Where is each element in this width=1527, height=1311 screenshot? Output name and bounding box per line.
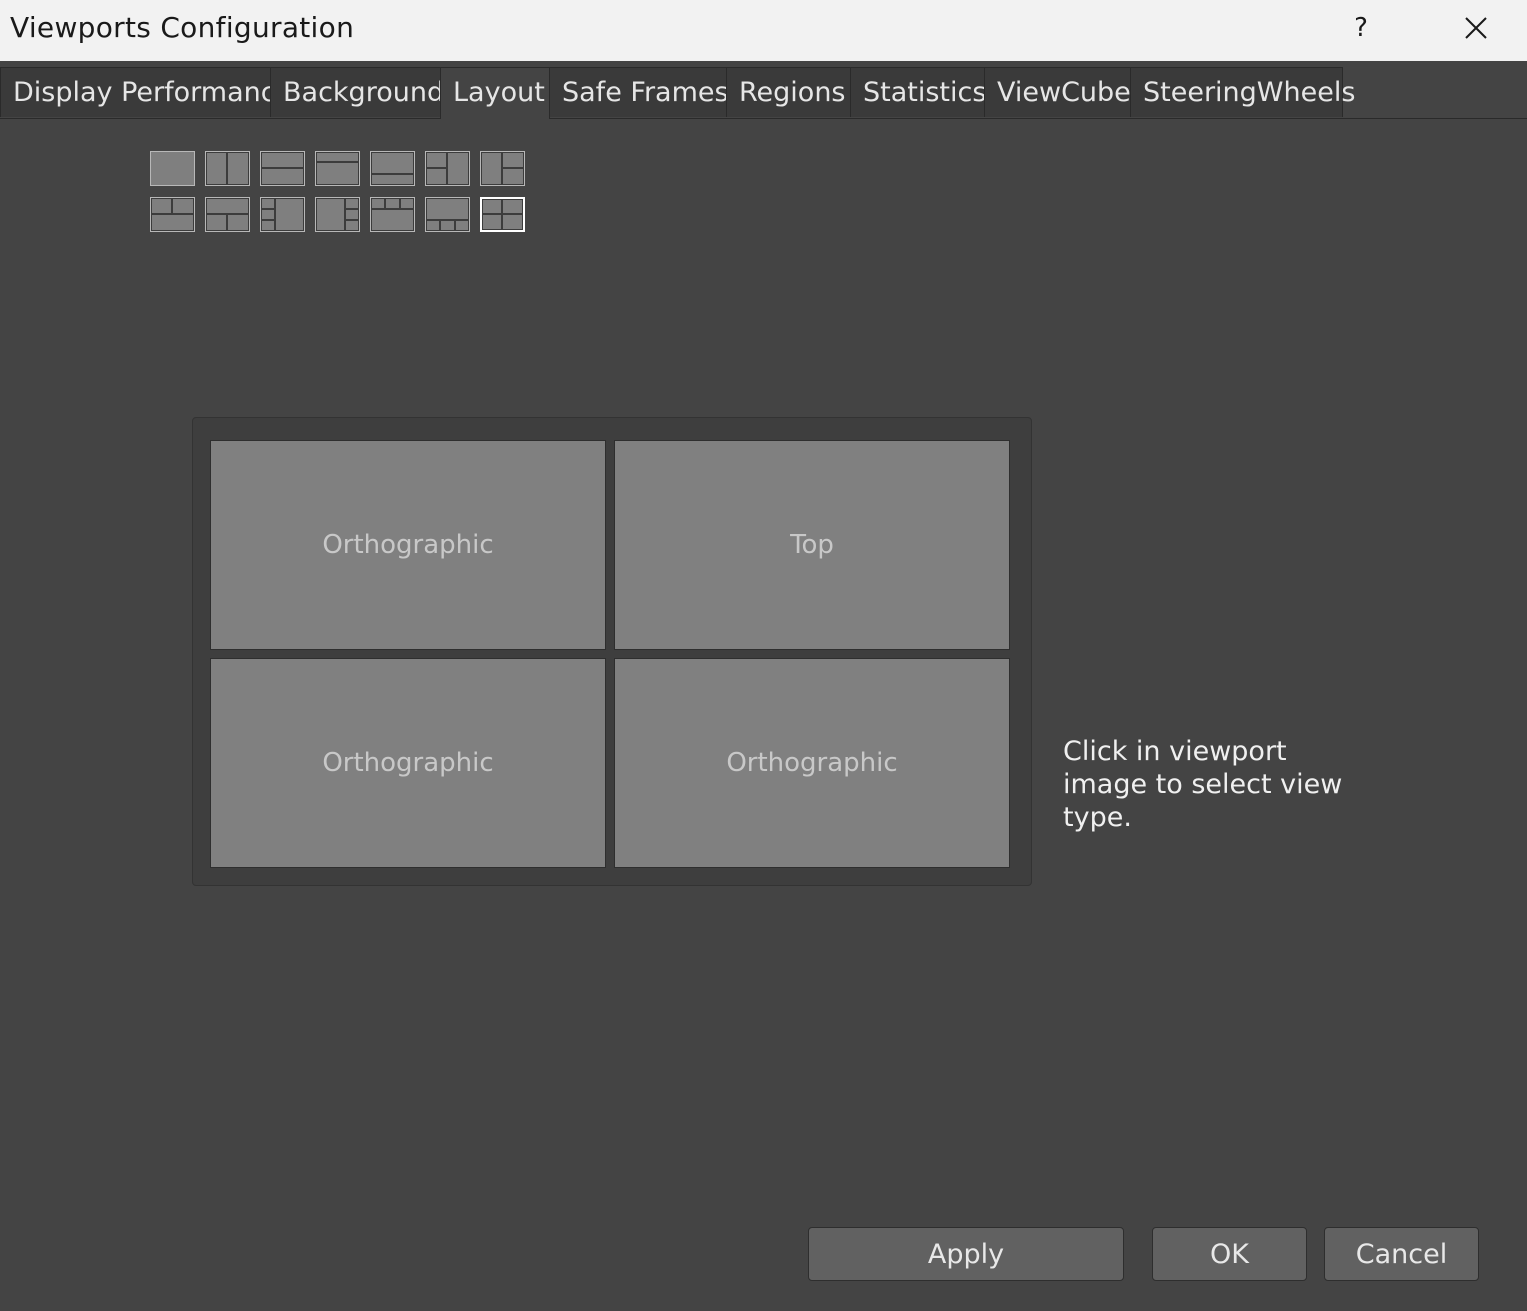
- tab-statistics[interactable]: Statistics: [850, 67, 986, 117]
- layout-option-2[interactable]: [205, 151, 250, 186]
- tab-regions[interactable]: Regions: [726, 67, 851, 117]
- layout-option-12[interactable]: [370, 197, 415, 232]
- layout-option-8[interactable]: [150, 197, 195, 232]
- layout-option-11[interactable]: [315, 197, 360, 232]
- viewport-top-left[interactable]: Orthographic: [210, 440, 606, 650]
- layout-option-10[interactable]: [260, 197, 305, 232]
- close-button[interactable]: [1441, 0, 1511, 56]
- tab-safe-frames[interactable]: Safe Frames: [549, 67, 729, 117]
- layout-selector: [150, 151, 530, 233]
- tab-bar: Display Performance Background Layout Sa…: [0, 61, 1527, 119]
- layout-option-1[interactable]: [150, 151, 195, 186]
- hint-text: Click in viewport image to select view t…: [1063, 736, 1343, 833]
- help-button[interactable]: ?: [1326, 0, 1396, 56]
- ok-button[interactable]: OK: [1152, 1227, 1307, 1281]
- tab-viewcube[interactable]: ViewCube: [984, 67, 1131, 117]
- tab-steeringwheels[interactable]: SteeringWheels: [1130, 67, 1355, 117]
- close-icon: [1465, 17, 1487, 39]
- layout-option-9[interactable]: [205, 197, 250, 232]
- apply-button[interactable]: Apply: [808, 1227, 1124, 1281]
- title-bar: Viewports Configuration ?: [0, 0, 1527, 61]
- layout-option-7[interactable]: [480, 151, 525, 186]
- layout-option-3[interactable]: [260, 151, 305, 186]
- viewport-preview: Orthographic Top Orthographic Orthograph…: [192, 417, 1032, 886]
- window-title: Viewports Configuration: [10, 11, 355, 44]
- layout-option-5[interactable]: [370, 151, 415, 186]
- tab-display-performance[interactable]: Display Performance: [0, 67, 292, 117]
- viewport-top-right[interactable]: Top: [614, 440, 1010, 650]
- layout-option-4[interactable]: [315, 151, 360, 186]
- layout-option-14[interactable]: [480, 197, 525, 232]
- tab-layout[interactable]: Layout: [440, 67, 550, 119]
- layout-option-6[interactable]: [425, 151, 470, 186]
- viewport-bottom-right[interactable]: Orthographic: [614, 658, 1010, 868]
- viewport-bottom-left[interactable]: Orthographic: [210, 658, 606, 868]
- tab-background[interactable]: Background: [270, 67, 444, 117]
- layout-option-13[interactable]: [425, 197, 470, 232]
- cancel-button[interactable]: Cancel: [1324, 1227, 1479, 1281]
